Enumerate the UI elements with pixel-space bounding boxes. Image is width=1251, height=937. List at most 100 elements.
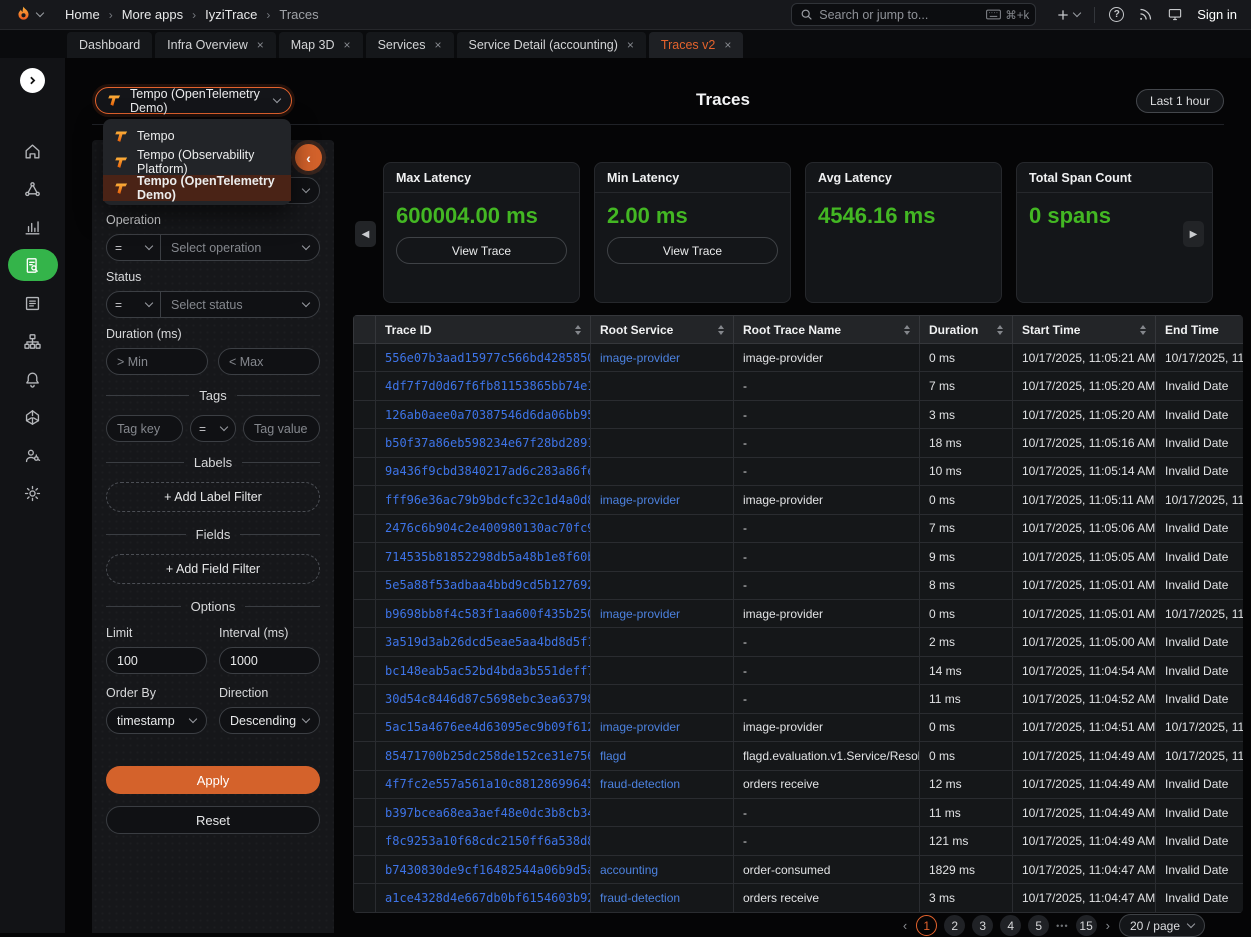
- sidebar-item-analytics[interactable]: [8, 211, 58, 243]
- table-row[interactable]: f8c9253a10f68cdc2150ff6a538d8706-121 ms1…: [354, 827, 1244, 855]
- close-tab-icon[interactable]: ×: [257, 38, 264, 52]
- root-service-link[interactable]: image-provider: [591, 713, 734, 741]
- time-range-button[interactable]: Last 1 hour: [1136, 89, 1224, 113]
- apply-button[interactable]: Apply: [106, 766, 320, 794]
- view-trace-button[interactable]: View Trace: [607, 237, 778, 264]
- trace-id-link[interactable]: 4f7fc2e557a561a10c881286996452c6: [376, 770, 591, 798]
- column-header-end-time[interactable]: End Time: [1156, 316, 1244, 344]
- datasource-option-tempo[interactable]: Tempo: [103, 123, 291, 149]
- trace-id-link[interactable]: 85471700b25dc258de152ce31e75685b: [376, 742, 591, 770]
- root-service-link[interactable]: image-provider: [591, 486, 734, 514]
- collapse-filters-button[interactable]: ‹: [295, 144, 322, 171]
- table-row[interactable]: 85471700b25dc258de152ce31e75685bflagdfla…: [354, 742, 1244, 770]
- breadcrumb-item-iyzitrace[interactable]: IyziTrace: [205, 7, 257, 22]
- close-tab-icon[interactable]: ×: [344, 38, 351, 52]
- operation-operator-select[interactable]: =: [107, 235, 161, 260]
- tag-key-input[interactable]: [106, 415, 183, 442]
- datasource-option-tempo-opentelemetry-demo[interactable]: Tempo (OpenTelemetry Demo): [103, 175, 291, 201]
- tab-dashboard[interactable]: Dashboard: [67, 32, 152, 58]
- trace-id-link[interactable]: f8c9253a10f68cdc2150ff6a538d8706: [376, 827, 591, 855]
- add-field-filter-button[interactable]: + Add Field Filter: [106, 554, 320, 584]
- root-service-link[interactable]: flagd: [591, 742, 734, 770]
- reset-button[interactable]: Reset: [106, 806, 320, 834]
- root-service-link[interactable]: image-provider: [591, 599, 734, 627]
- trace-id-link[interactable]: 556e07b3aad15977c566bd4285850f69: [376, 344, 591, 372]
- search-box[interactable]: ⌘+k: [791, 3, 1036, 26]
- sidebar-item-alerts[interactable]: [8, 363, 58, 395]
- table-row[interactable]: 9a436f9cbd3840217ad6c283a86fe464-10 ms10…: [354, 457, 1244, 485]
- tag-operator-select[interactable]: =: [190, 415, 236, 442]
- root-service-link[interactable]: fraud-detection: [591, 770, 734, 798]
- table-row[interactable]: b7430830de9cf16482544a06b9d5a756accounti…: [354, 855, 1244, 883]
- root-service-link[interactable]: accounting: [591, 855, 734, 883]
- operation-select[interactable]: Select operation: [161, 235, 319, 260]
- trace-id-link[interactable]: 5e5a88f53adbaa4bbd9cd5b127692da3: [376, 571, 591, 599]
- next-page-button[interactable]: ›: [1104, 918, 1112, 933]
- root-service-link[interactable]: image-provider: [591, 344, 734, 372]
- status-operator-select[interactable]: =: [107, 292, 161, 317]
- search-input[interactable]: [819, 8, 980, 22]
- table-row[interactable]: 5ac15a4676ee4d63095ec9b09f612a10image-pr…: [354, 713, 1244, 741]
- trace-id-link[interactable]: 4df7f7d0d67f6fb81153865bb74e144: [376, 372, 591, 400]
- table-row[interactable]: 556e07b3aad15977c566bd4285850f69image-pr…: [354, 344, 1244, 372]
- new-menu-button[interactable]: [1056, 8, 1080, 22]
- table-row[interactable]: b397bcea68ea3aef48e0dc3b8cb34d33-11 ms10…: [354, 799, 1244, 827]
- sign-in-button[interactable]: Sign in: [1197, 7, 1237, 22]
- tab-traces-v2[interactable]: Traces v2×: [649, 32, 743, 58]
- trace-id-link[interactable]: b7430830de9cf16482544a06b9d5a756: [376, 855, 591, 883]
- table-row[interactable]: fff96e36ac79b9bdcfc32c1d4a0d81c7image-pr…: [354, 486, 1244, 514]
- column-header-duration[interactable]: Duration: [920, 316, 1013, 344]
- table-row[interactable]: 5e5a88f53adbaa4bbd9cd5b127692da3-8 ms10/…: [354, 571, 1244, 599]
- sidebar-item-traces[interactable]: [8, 249, 58, 281]
- trace-id-link[interactable]: 30d54c8446d87c5698ebc3ea63798ee8: [376, 685, 591, 713]
- sidebar-item-sitemap[interactable]: [8, 325, 58, 357]
- sidebar-item-logs[interactable]: [8, 287, 58, 319]
- duration-min-input[interactable]: [106, 348, 208, 375]
- table-row[interactable]: b50f37a86eb598234e67f28bd28912c4-18 ms10…: [354, 429, 1244, 457]
- sidebar-item-topology[interactable]: [8, 173, 58, 205]
- column-header-root-service[interactable]: Root Service: [591, 316, 734, 344]
- table-row[interactable]: 4f7fc2e557a561a10c881286996452c6fraud-de…: [354, 770, 1244, 798]
- column-header-start-time[interactable]: Start Time: [1013, 316, 1156, 344]
- sidebar-item-home[interactable]: [8, 135, 58, 167]
- trace-id-link[interactable]: a1ce4328d4e667db0bf6154603b9228: [376, 884, 591, 912]
- table-row[interactable]: 3a519d3ab26dcd5eae5aa4bd8d5f17f4-2 ms10/…: [354, 628, 1244, 656]
- grafana-logo[interactable]: [14, 5, 33, 24]
- table-row[interactable]: 4df7f7d0d67f6fb81153865bb74e144-7 ms10/1…: [354, 372, 1244, 400]
- trace-id-link[interactable]: 2476c6b904c2e400980130ac70fc96b2: [376, 514, 591, 542]
- prev-page-button[interactable]: ‹: [901, 918, 909, 933]
- close-tab-icon[interactable]: ×: [435, 38, 442, 52]
- direction-select[interactable]: Descending: [219, 707, 320, 734]
- sidebar-item-users[interactable]: [8, 439, 58, 471]
- tab-map-3d[interactable]: Map 3D×: [279, 32, 363, 58]
- column-header-root-trace-name[interactable]: Root Trace Name: [734, 316, 920, 344]
- tag-value-input[interactable]: [243, 415, 320, 442]
- sidebar-item-settings[interactable]: [8, 477, 58, 509]
- carousel-prev-button[interactable]: ◀: [355, 221, 376, 247]
- display-button[interactable]: [1167, 7, 1183, 22]
- table-row[interactable]: b9698bb8f4c583f1aa600f435b250dc4image-pr…: [354, 599, 1244, 627]
- help-button[interactable]: ?: [1109, 7, 1124, 22]
- close-tab-icon[interactable]: ×: [724, 38, 731, 52]
- duration-max-input[interactable]: [218, 348, 320, 375]
- grafana-menu-chevron-icon[interactable]: [36, 9, 44, 17]
- close-tab-icon[interactable]: ×: [627, 38, 634, 52]
- trace-id-link[interactable]: bc148eab5ac52bd4bda3b551deff75cc: [376, 656, 591, 684]
- carousel-next-button[interactable]: ▶: [1183, 221, 1204, 247]
- page-size-select[interactable]: 20 / page: [1119, 914, 1205, 937]
- trace-id-link[interactable]: b397bcea68ea3aef48e0dc3b8cb34d33: [376, 799, 591, 827]
- trace-id-link[interactable]: 9a436f9cbd3840217ad6c283a86fe464: [376, 457, 591, 485]
- breadcrumb-item-home[interactable]: Home: [65, 7, 100, 22]
- trace-id-link[interactable]: fff96e36ac79b9bdcfc32c1d4a0d81c7: [376, 486, 591, 514]
- limit-input[interactable]: [106, 647, 207, 674]
- trace-id-link[interactable]: 126ab0aee0a70387546d6da06bb954e2: [376, 400, 591, 428]
- table-row[interactable]: 30d54c8446d87c5698ebc3ea63798ee8-11 ms10…: [354, 685, 1244, 713]
- breadcrumb-item-traces[interactable]: Traces: [279, 7, 318, 22]
- breadcrumb-item-more-apps[interactable]: More apps: [122, 7, 183, 22]
- trace-id-link[interactable]: 3a519d3ab26dcd5eae5aa4bd8d5f17f4: [376, 628, 591, 656]
- datasource-option-tempo-observability-platform[interactable]: Tempo (Observability Platform): [103, 149, 291, 175]
- tab-service-detail-accounting[interactable]: Service Detail (accounting)×: [457, 32, 646, 58]
- table-row[interactable]: 714535b81852298db5a48b1e8f60b797-9 ms10/…: [354, 543, 1244, 571]
- column-header-trace-id[interactable]: Trace ID: [376, 316, 591, 344]
- table-row[interactable]: a1ce4328d4e667db0bf6154603b9228fraud-det…: [354, 884, 1244, 912]
